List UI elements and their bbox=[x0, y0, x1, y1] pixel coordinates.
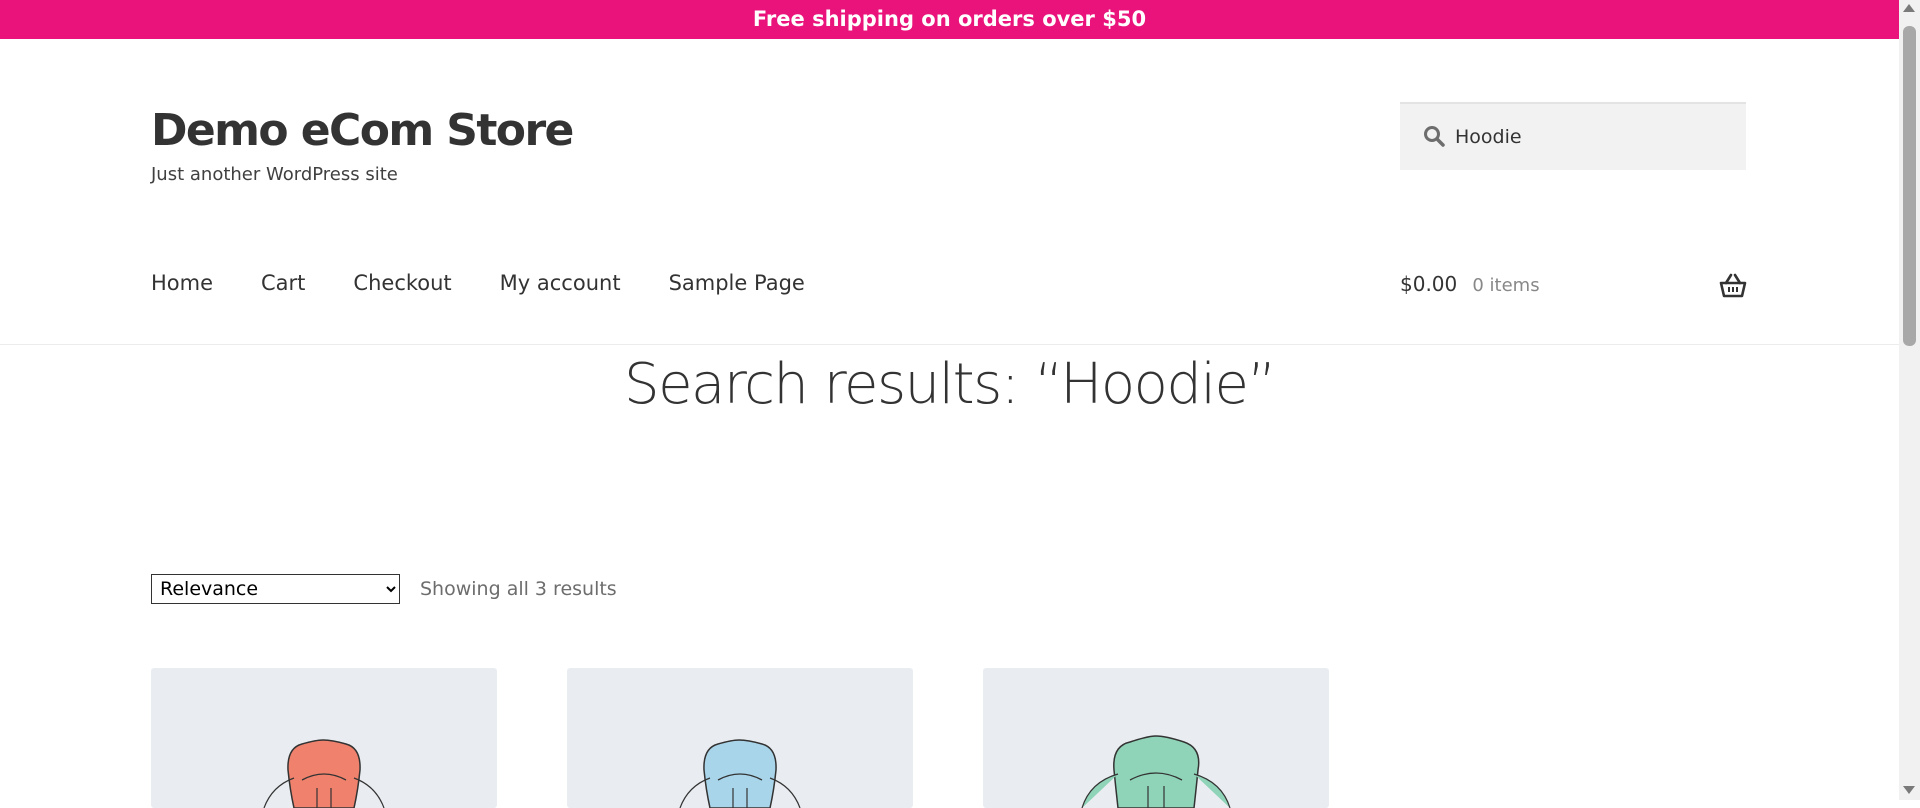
page-title: Search results: “Hoodie” bbox=[624, 352, 1276, 417]
result-count: Showing all 3 results bbox=[420, 578, 617, 600]
product-card[interactable] bbox=[151, 668, 497, 808]
site-title[interactable]: Demo eCom Store bbox=[151, 105, 574, 156]
nav-item-my-account[interactable]: My account bbox=[500, 271, 621, 295]
cart-total: $0.00 bbox=[1400, 272, 1458, 296]
basket-icon[interactable] bbox=[1719, 272, 1747, 300]
page-scrollbar[interactable] bbox=[1899, 0, 1920, 800]
search-icon bbox=[1424, 126, 1445, 147]
hoodie-red-image[interactable] bbox=[151, 668, 497, 808]
hoodie-blue-image[interactable] bbox=[567, 668, 913, 808]
site-tagline: Just another WordPress site bbox=[151, 164, 398, 185]
nav-item-home[interactable]: Home bbox=[151, 271, 213, 295]
promo-banner-text: Free shipping on orders over $50 bbox=[752, 7, 1147, 31]
product-card[interactable] bbox=[567, 668, 913, 808]
search-box[interactable] bbox=[1400, 102, 1746, 170]
primary-nav: Home Cart Checkout My account Sample Pag… bbox=[151, 271, 853, 295]
promo-banner: Free shipping on orders over $50 bbox=[0, 0, 1899, 39]
search-input[interactable] bbox=[1455, 104, 1735, 170]
scroll-up-icon[interactable] bbox=[1903, 4, 1915, 12]
sort-select[interactable]: Relevance bbox=[151, 574, 400, 604]
cart-item-count: 0 items bbox=[1472, 275, 1540, 296]
hoodie-green-image[interactable] bbox=[983, 668, 1329, 808]
scroll-down-icon[interactable] bbox=[1903, 786, 1915, 794]
scroll-thumb[interactable] bbox=[1903, 26, 1916, 346]
nav-item-sample-page[interactable]: Sample Page bbox=[669, 271, 805, 295]
product-card[interactable] bbox=[983, 668, 1329, 808]
mini-cart[interactable]: $0.00 0 items bbox=[1400, 272, 1747, 302]
nav-item-checkout[interactable]: Checkout bbox=[353, 271, 451, 295]
nav-item-cart[interactable]: Cart bbox=[261, 271, 305, 295]
